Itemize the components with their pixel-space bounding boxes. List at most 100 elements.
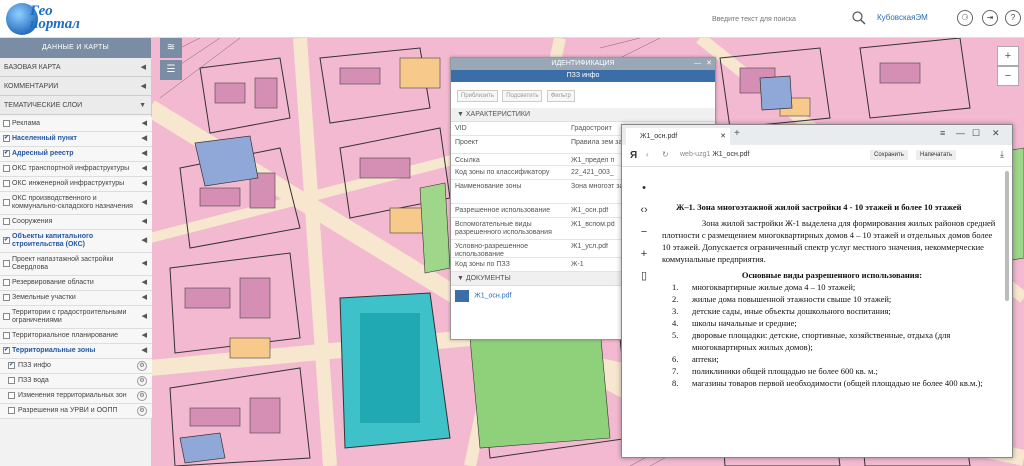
- url-field[interactable]: web-uzg1 Ж1_осн.pdf: [680, 151, 750, 158]
- download-icon[interactable]: ⤓: [1000, 149, 1004, 160]
- document-heading: Ж–1. Зона многоэтажной жилой застройки 4…: [676, 202, 962, 212]
- zoom-to-button[interactable]: Приблизить: [457, 90, 498, 102]
- chevron-left-icon[interactable]: ◀: [142, 165, 147, 173]
- layers-icon[interactable]: ≋: [160, 38, 182, 58]
- checkbox[interactable]: ✔: [8, 362, 15, 369]
- chevron-left-icon[interactable]: ◀: [142, 120, 147, 128]
- layer-item[interactable]: Земельные участки ◀: [0, 291, 152, 306]
- geoportal-logo[interactable]: Гео портал: [6, 3, 94, 35]
- checkbox[interactable]: [8, 407, 15, 414]
- document-subheading: Основные виды разрешенного использования…: [741, 270, 923, 280]
- new-tab-icon[interactable]: +: [734, 128, 740, 139]
- chevron-left-icon[interactable]: ◀: [142, 218, 147, 226]
- layer-item[interactable]: ✔ Адресный реестр ◀: [0, 147, 152, 162]
- gear-icon[interactable]: ⚙: [137, 406, 147, 416]
- sublayer-item[interactable]: Изменения территориальных зон ⚙: [0, 389, 152, 404]
- fit-icon[interactable]: ‹›: [634, 199, 654, 221]
- chevron-left-icon[interactable]: ◀: [142, 237, 147, 245]
- checkbox[interactable]: [3, 199, 10, 206]
- document-link[interactable]: Ж1_осн.pdf: [474, 293, 511, 300]
- gear-icon[interactable]: ⚙: [137, 391, 147, 401]
- zoom-in-icon[interactable]: +: [634, 243, 654, 265]
- search-icon[interactable]: [851, 10, 867, 26]
- user-name-link[interactable]: КубовскаяЭМ: [877, 13, 928, 22]
- checkbox[interactable]: [3, 218, 10, 225]
- characteristics-header[interactable]: ▼ ХАРАКТЕРИСТИКИ: [451, 108, 715, 122]
- layer-item[interactable]: ✔ Населенный пункт ◀: [0, 132, 152, 147]
- menu-icon[interactable]: ≡: [940, 128, 945, 138]
- checkbox[interactable]: ✔: [3, 135, 10, 142]
- back-icon[interactable]: ‹: [646, 150, 649, 159]
- chevron-left-icon[interactable]: ◀: [142, 279, 147, 287]
- checkbox[interactable]: [8, 377, 15, 384]
- help-icon[interactable]: ?: [1005, 10, 1021, 26]
- layer-item[interactable]: Территории с градостроительными ограниче…: [0, 306, 152, 329]
- section-thematic-layers[interactable]: ТЕМАТИЧЕСКИЕ СЛОИ ▼: [0, 96, 151, 115]
- checkbox[interactable]: [8, 392, 15, 399]
- chevron-left-icon[interactable]: ◀: [142, 135, 147, 143]
- layer-item[interactable]: ОКС инженерной инфраструктуры ◀: [0, 177, 152, 192]
- gear-icon[interactable]: ⚙: [137, 361, 147, 371]
- sublayer-item[interactable]: ✔ ПЗЗ инфо ⚙: [0, 359, 152, 374]
- layer-item[interactable]: ✔ Объекты капитального строительства (ОКС…: [0, 230, 152, 253]
- checkbox[interactable]: [3, 313, 10, 320]
- checkbox[interactable]: [3, 165, 10, 172]
- save-button[interactable]: Сохранить: [870, 150, 908, 160]
- list-icon[interactable]: ☰: [160, 60, 182, 80]
- maximize-window-icon[interactable]: ☐: [972, 128, 980, 139]
- minimize-icon[interactable]: —: [694, 58, 701, 70]
- pdf-toolbar: • ‹› − + ▯: [634, 177, 654, 287]
- checkbox[interactable]: ✔: [3, 237, 10, 244]
- search-input[interactable]: [712, 11, 862, 27]
- layer-item[interactable]: ✔ Территориальные зоны ◀: [0, 344, 152, 359]
- chevron-left-icon[interactable]: ◀: [142, 294, 147, 302]
- checkbox[interactable]: [3, 260, 10, 267]
- close-icon[interactable]: ✕: [706, 58, 712, 70]
- logout-icon[interactable]: ⇥: [982, 10, 998, 26]
- dot-icon[interactable]: •: [634, 177, 654, 199]
- chevron-left-icon[interactable]: ◀: [142, 260, 147, 268]
- layer-label: Земельные участки: [12, 294, 76, 301]
- highlight-button[interactable]: Подсветить: [502, 90, 543, 102]
- layer-item[interactable]: Реклама ◀: [0, 117, 152, 132]
- tab-pdf[interactable]: Ж1_осн.pdf ✕: [626, 128, 730, 145]
- list-item: 4. школы начальные и средние;: [672, 318, 797, 328]
- close-window-icon[interactable]: ✕: [992, 128, 1000, 139]
- refresh-icon[interactable]: ↻: [662, 150, 669, 159]
- layer-item[interactable]: ОКС транспортной инфраструктуры ◀: [0, 162, 152, 177]
- checkbox[interactable]: [3, 332, 10, 339]
- scrollbar[interactable]: [1005, 171, 1009, 301]
- checkbox[interactable]: [3, 294, 10, 301]
- zoom-in-button[interactable]: +: [997, 46, 1019, 66]
- filter-button[interactable]: Фильтр: [546, 90, 575, 102]
- chevron-left-icon[interactable]: ◀: [142, 347, 147, 355]
- chevron-left-icon[interactable]: ◀: [142, 180, 147, 188]
- section-comments[interactable]: КОММЕНТАРИИ ◀: [0, 77, 151, 96]
- sublayer-item[interactable]: ПЗЗ вода ⚙: [0, 374, 152, 389]
- checkbox[interactable]: [3, 120, 10, 127]
- layer-item[interactable]: Резервирование области ◀: [0, 276, 152, 291]
- layer-item[interactable]: ОКС производственного и коммунально-скла…: [0, 192, 152, 215]
- checkbox[interactable]: [3, 180, 10, 187]
- zoom-out-icon[interactable]: −: [634, 221, 654, 243]
- gear-icon[interactable]: ⚙: [137, 376, 147, 386]
- chevron-left-icon[interactable]: ◀: [142, 332, 147, 340]
- layer-item[interactable]: Сооружения ◀: [0, 215, 152, 230]
- sublayer-item[interactable]: Разрешения на УРВИ и ООПП ⚙: [0, 404, 152, 419]
- print-button[interactable]: Напечатать: [916, 150, 957, 160]
- section-base-map[interactable]: БАЗОВАЯ КАРТА ◀: [0, 58, 151, 77]
- chevron-left-icon[interactable]: ◀: [142, 199, 147, 207]
- checkbox[interactable]: [3, 279, 10, 286]
- minimize-window-icon[interactable]: —: [956, 128, 965, 138]
- rotate-icon[interactable]: ▯: [634, 265, 654, 287]
- settings-icon[interactable]: ⚆: [957, 10, 973, 26]
- layer-item[interactable]: Территориальное планирование ◀: [0, 329, 152, 344]
- zoom-out-button[interactable]: −: [997, 66, 1019, 86]
- checkbox[interactable]: ✔: [3, 150, 10, 157]
- chevron-left-icon[interactable]: ◀: [142, 150, 147, 158]
- chevron-left-icon[interactable]: ◀: [142, 313, 147, 321]
- layer-item[interactable]: Проект напазтажной застройки Свердлова ◀: [0, 253, 152, 276]
- close-tab-icon[interactable]: ✕: [720, 128, 726, 145]
- checkbox[interactable]: ✔: [3, 347, 10, 354]
- row-key: VID: [455, 125, 467, 132]
